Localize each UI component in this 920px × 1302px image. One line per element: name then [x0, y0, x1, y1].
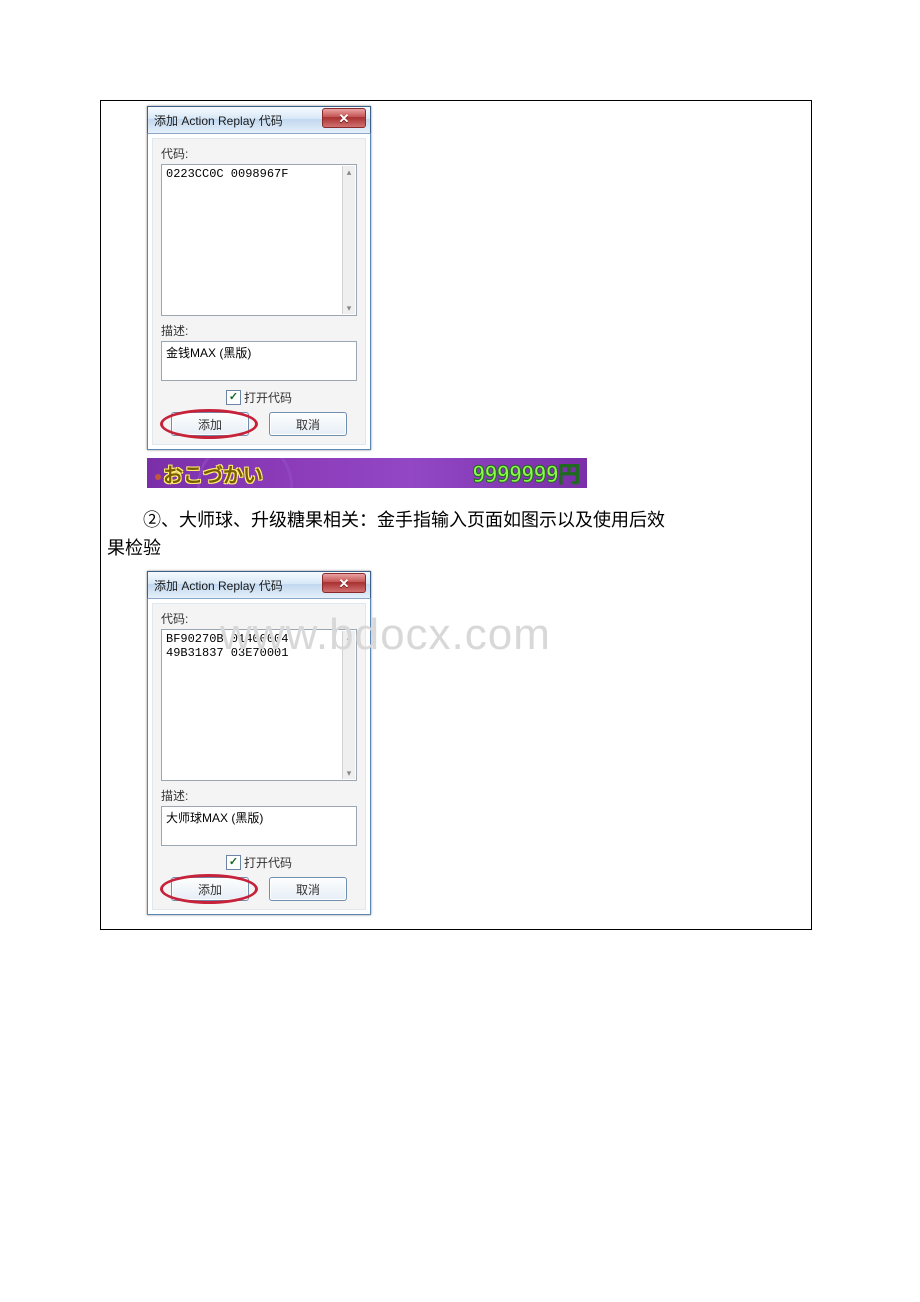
description-label: 描述:	[161, 322, 357, 339]
game-money-banner: おこづかい 9999999円	[147, 458, 587, 488]
description-textarea[interactable]: 大师球MAX (黑版)	[161, 806, 357, 846]
close-icon: ✕	[339, 577, 350, 590]
scrollbar[interactable]: ▴ ▾	[342, 631, 355, 779]
dialog-title: 添加 Action Replay 代码	[154, 577, 283, 594]
check-icon: ✓	[229, 857, 238, 868]
scroll-up-icon[interactable]: ▴	[343, 166, 355, 178]
scrollbar[interactable]: ▴ ▾	[342, 166, 355, 314]
scroll-down-icon[interactable]: ▾	[343, 302, 355, 314]
open-code-checkbox[interactable]: ✓	[226, 855, 241, 870]
add-button[interactable]: 添加	[171, 412, 249, 436]
close-icon: ✕	[339, 112, 350, 125]
code-label: 代码:	[161, 610, 357, 627]
description-textarea[interactable]: 金钱MAX (黑版)	[161, 341, 357, 381]
code-textarea[interactable]: BF90270B 01400004 49B31837 03E70001	[161, 629, 357, 781]
description-label: 描述:	[161, 787, 357, 804]
check-icon: ✓	[229, 392, 238, 403]
close-button[interactable]: ✕	[322, 573, 366, 593]
code-label: 代码:	[161, 145, 357, 162]
ar-code-dialog-2: 添加 Action Replay 代码 ✕ 代码: BF90270B 01400…	[147, 571, 371, 915]
open-code-checkbox[interactable]: ✓	[226, 390, 241, 405]
cancel-button-label: 取消	[296, 416, 320, 433]
code-textarea[interactable]: 0223CC0C 0098967F	[161, 164, 357, 316]
scroll-down-icon[interactable]: ▾	[343, 767, 355, 779]
dialog-titlebar[interactable]: 添加 Action Replay 代码 ✕	[147, 106, 371, 134]
add-button[interactable]: 添加	[171, 877, 249, 901]
cancel-button-label: 取消	[296, 881, 320, 898]
add-button-label: 添加	[198, 881, 222, 898]
money-label: おこづかい	[155, 459, 263, 488]
cancel-button[interactable]: 取消	[269, 877, 347, 901]
money-value: 9999999円	[472, 458, 579, 488]
dialog-titlebar[interactable]: 添加 Action Replay 代码 ✕	[147, 571, 371, 599]
document-cell: 添加 Action Replay 代码 ✕ 代码: 0223CC0C 00989…	[100, 100, 812, 930]
dialog-title: 添加 Action Replay 代码	[154, 112, 283, 129]
scroll-up-icon[interactable]: ▴	[343, 631, 355, 643]
close-button[interactable]: ✕	[322, 108, 366, 128]
section-caption: ②、大师球、升级糖果相关：金手指输入页面如图示以及使用后效 果检验	[107, 506, 805, 562]
cancel-button[interactable]: 取消	[269, 412, 347, 436]
open-code-label: 打开代码	[244, 854, 292, 871]
ar-code-dialog-1: 添加 Action Replay 代码 ✕ 代码: 0223CC0C 00989…	[147, 106, 371, 450]
add-button-label: 添加	[198, 416, 222, 433]
open-code-label: 打开代码	[244, 389, 292, 406]
